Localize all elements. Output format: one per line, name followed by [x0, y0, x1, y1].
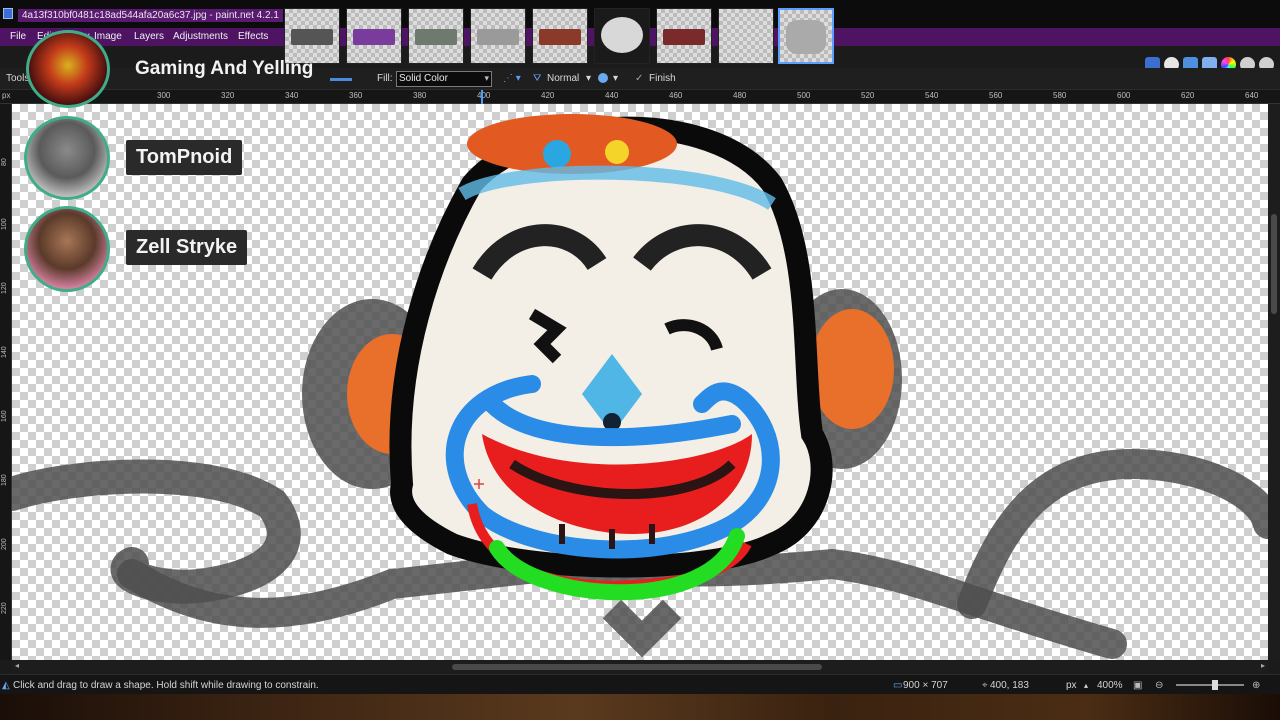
blend-mode-icon: ⛛	[533, 73, 542, 84]
check-icon: ✓	[635, 73, 644, 84]
menu-layers[interactable]: Layers	[134, 31, 164, 42]
ruler-tick: 600	[1117, 91, 1131, 100]
ruler-tick: 320	[221, 91, 235, 100]
ruler-tick: 300	[157, 91, 171, 100]
menu-adjustments[interactable]: Adjustments	[173, 31, 228, 42]
vertical-scrollbar[interactable]	[1268, 104, 1280, 660]
horizontal-scrollbar[interactable]: ◂ ▸	[12, 660, 1268, 674]
ruler-tick: 420	[541, 91, 555, 100]
ruler-tick: 520	[861, 91, 875, 100]
ruler-tick: 140	[1, 346, 8, 358]
image-tab-active[interactable]	[778, 8, 834, 64]
zoom-slider-handle[interactable]	[1212, 680, 1218, 690]
image-tab[interactable]	[284, 8, 340, 64]
ruler-tick: 640	[1245, 91, 1259, 100]
drawing-canvas[interactable]	[12, 104, 1268, 660]
participant-name: TomPnoid	[126, 140, 243, 175]
scroll-thumb[interactable]	[452, 664, 822, 670]
participant-name: Zell Stryke	[126, 230, 248, 265]
vertical-ruler: 80 100 120 140 160 180 200 220	[0, 104, 12, 660]
image-tab[interactable]	[656, 8, 712, 64]
antialias-icon[interactable]: ⋰ ▾	[503, 73, 521, 84]
status-bar: ◭ Click and drag to draw a shape. Hold s…	[0, 674, 1280, 694]
participant-avatar	[24, 116, 110, 200]
ruler-tick: 440	[605, 91, 619, 100]
zoom-fit-icon[interactable]: ▣	[1133, 680, 1142, 691]
ruler-tick: 120	[1, 282, 8, 294]
finish-button[interactable]: Finish	[649, 73, 676, 84]
ruler-tick: 460	[669, 91, 683, 100]
horizontal-ruler: px 300 320 340 360 380 400 420 440 460 4…	[0, 90, 1280, 104]
participant-avatar	[24, 206, 110, 292]
ruler-tick: 400	[477, 91, 491, 100]
fill-label: Fill:	[377, 73, 393, 84]
menu-effects[interactable]: Effects	[238, 31, 268, 42]
scroll-left-icon[interactable]: ◂	[15, 661, 19, 670]
image-size-icon: ▭	[893, 680, 903, 691]
background-strip	[0, 694, 1280, 720]
chevron-down-icon[interactable]: ▾	[613, 73, 618, 84]
ruler-tick: 580	[1053, 91, 1067, 100]
ruler-tick: 380	[413, 91, 427, 100]
menu-image[interactable]: Image	[94, 31, 122, 42]
fill-value: Solid Color	[399, 73, 448, 84]
ruler-unit: px	[2, 91, 11, 100]
ruler-tick: 80	[1, 158, 8, 166]
cursor-icon: ⌖	[982, 680, 988, 691]
image-size: 900 × 707	[903, 680, 948, 691]
canvas-artwork	[12, 114, 1268, 659]
ruler-tick: 480	[733, 91, 747, 100]
ruler-tick: 620	[1181, 91, 1195, 100]
chevron-up-icon[interactable]: ▴	[1084, 681, 1088, 690]
shape-tool-icon: ◭	[2, 680, 10, 691]
scroll-thumb[interactable]	[1271, 214, 1277, 314]
menu-file[interactable]: File	[10, 31, 26, 42]
stream-title: Gaming And Yelling	[135, 58, 314, 79]
ruler-tick: 100	[1, 218, 8, 230]
ruler-tick: 540	[925, 91, 939, 100]
ruler-tick: 340	[285, 91, 299, 100]
paintnet-window: 4a13f310bf0481c18ad544afa20a6c37.jpg - p…	[0, 0, 1280, 720]
cursor-marker	[481, 90, 483, 104]
zoom-in-icon[interactable]: ⊕	[1252, 680, 1260, 691]
zoom-out-icon[interactable]: ⊖	[1155, 680, 1163, 691]
ruler-tick: 180	[1, 474, 8, 486]
blend-mode[interactable]: Normal	[547, 73, 579, 84]
status-hint: Click and drag to draw a shape. Hold shi…	[13, 680, 319, 691]
host-avatar	[26, 30, 110, 108]
brush-width-icon[interactable]	[330, 78, 352, 81]
image-tab[interactable]	[532, 8, 588, 64]
ruler-tick: 560	[989, 91, 1003, 100]
ruler-tick: 360	[349, 91, 363, 100]
scroll-right-icon[interactable]: ▸	[1261, 661, 1265, 670]
units-select[interactable]: px	[1066, 680, 1077, 691]
image-tab[interactable]	[470, 8, 526, 64]
image-tab[interactable]	[718, 8, 774, 64]
ruler-tick: 500	[797, 91, 811, 100]
zoom-slider[interactable]	[1176, 684, 1244, 686]
fill-select[interactable]: Solid Color ▾	[396, 71, 492, 87]
ruler-tick: 200	[1, 538, 8, 550]
cursor-position: 400, 183	[990, 680, 1029, 691]
ruler-tick: 220	[1, 602, 8, 614]
image-tab[interactable]	[408, 8, 464, 64]
paintnet-icon	[3, 8, 13, 19]
image-tab[interactable]	[594, 8, 650, 64]
window-title: 4a13f310bf0481c18ad544afa20a6c37.jpg - p…	[18, 9, 283, 22]
chevron-down-icon: ▾	[484, 73, 489, 83]
selection-mode-icon[interactable]	[598, 73, 608, 83]
zoom-level[interactable]: 400%	[1097, 680, 1123, 691]
ruler-tick: 160	[1, 410, 8, 422]
image-tab[interactable]	[346, 8, 402, 64]
chevron-down-icon[interactable]: ▾	[586, 73, 591, 84]
